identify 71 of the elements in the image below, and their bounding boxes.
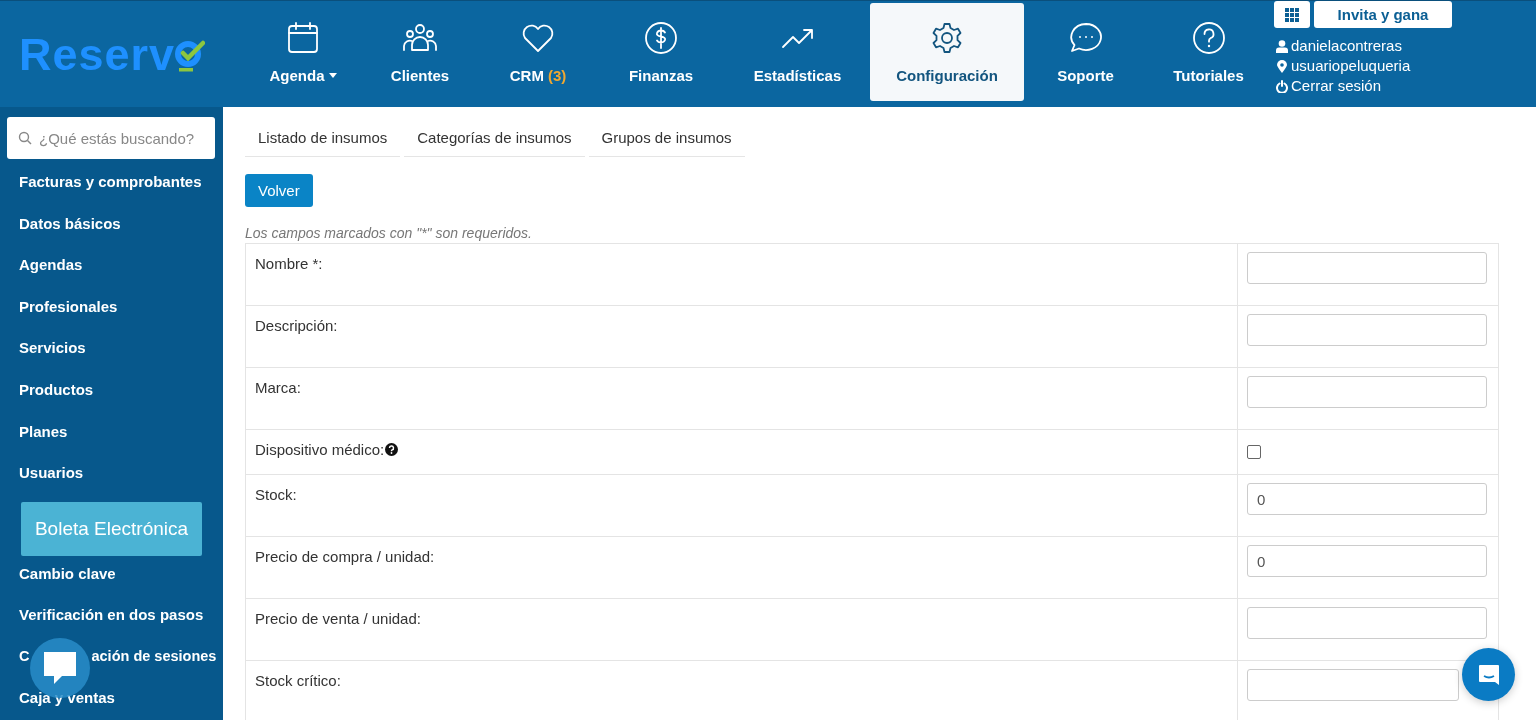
nav-tab[interactable]: Agenda [245,3,361,101]
speech-bubble-icon [1068,20,1103,55]
sub-tab[interactable]: Categorías de insumos [404,121,585,157]
sidebar-item[interactable]: Planes [0,410,223,453]
nav-label: CRM [509,66,544,84]
nav-tab[interactable]: Finanzas [597,3,725,101]
nav-tab[interactable]: Estadísticas [725,3,870,101]
input-field[interactable]: 0 [1247,483,1487,515]
user-icon [1276,39,1288,53]
logo-wordmark: Reserv [19,31,176,77]
nav-label: Tutoriales [1173,66,1244,84]
logout-link[interactable]: Cerrar sesión [1291,76,1382,96]
nav-tab[interactable]: Soporte [1024,3,1147,101]
field-label: Dispositivo médico: [255,441,385,458]
sidebar-item[interactable]: Verificación en dos pasos [0,593,223,636]
speech-bubble-icon [44,652,76,684]
sidebar-item[interactable]: Cambio clave [0,563,223,594]
count-label: (3) [547,66,567,84]
messenger-button[interactable] [1462,648,1515,701]
field-label: Stock: [255,486,297,503]
sidebar-item[interactable]: Profesionales [0,285,223,328]
nav-tab[interactable]: Clientes [361,3,479,101]
required-note: Los campos marcados con "*" son requeridos. [245,225,533,241]
nav-tab[interactable]: Tutoriales [1147,3,1270,101]
input-field[interactable] [1247,314,1487,346]
sidebar-item[interactable]: Agendas [0,244,223,286]
calendar-icon [286,20,320,55]
sidebar-item[interactable]: Servicios [0,327,223,369]
grid-icon [1285,7,1299,22]
input-field[interactable] [1247,607,1487,639]
sub-tab[interactable]: Listado de insumos [245,121,401,157]
input-field[interactable] [1247,669,1459,701]
nav-label: Agenda [269,66,325,84]
sidebar-item-fragment[interactable]: ación de sesiones [91,647,217,666]
field-label: Precio de venta / unidad: [255,610,421,627]
nav-tab[interactable]: Configuración [870,3,1024,101]
field-label: Marca: [255,379,301,396]
nav-label: Soporte [1057,66,1114,84]
search-field[interactable]: ¿Qué estás buscando? [7,117,215,159]
help-icon [1191,20,1226,55]
apps-button[interactable] [1274,1,1310,28]
sidebar-item[interactable]: Caja y ventas [0,676,223,719]
invite-button[interactable]: Invita y gana [1314,1,1452,28]
field-label: Precio de compra / unidad: [255,548,435,565]
search-icon [18,131,32,145]
input-field[interactable] [1247,376,1487,408]
back-button[interactable]: Volver [245,174,313,207]
sub-tab[interactable]: Grupos de insumos [588,121,745,157]
power-icon [1276,79,1288,93]
chat-icon [1478,664,1499,685]
sidebar-item[interactable]: Datos básicos [0,202,223,245]
nav-label: Finanzas [628,66,694,84]
field-label: Stock crítico: [255,672,341,689]
field-label: Descripción: [255,317,338,334]
field-label: Nombre *: [255,255,323,272]
sidebar-item[interactable]: Facturas y comprobantes [0,161,223,203]
nav-label: Configuración [896,66,998,84]
sidebar-item-fragment[interactable]: C [19,647,30,666]
input-field[interactable] [1247,252,1487,284]
checkbox[interactable] [1247,445,1261,459]
nav-label: Clientes [390,66,450,84]
input-field[interactable]: 0 [1247,545,1487,577]
settings-icon [930,20,964,55]
sidebar-item[interactable]: Usuarios [0,452,223,494]
nav-label: Estadísticas [753,66,842,84]
sidebar-item[interactable]: Productos [0,368,223,411]
username-link[interactable]: danielacontreras [1291,36,1402,56]
nav-tab[interactable]: CRM (3) [479,3,597,101]
dollar-icon [644,20,678,55]
location-pin-icon [1276,59,1288,73]
account-link[interactable]: usuariopeluqueria [1291,56,1411,76]
